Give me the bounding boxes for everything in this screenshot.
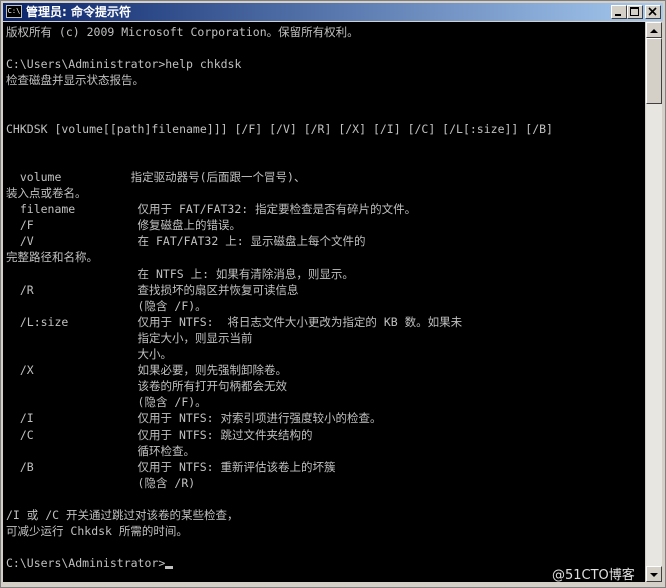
title-bar[interactable]: C:\ 管理员: 命令提示符 bbox=[3, 3, 663, 21]
scroll-up-button[interactable] bbox=[646, 22, 662, 38]
console-line: /F 修复磁盘上的错误。 bbox=[6, 218, 242, 233]
console-line: filename 仅用于 FAT/FAT32: 指定要检查是否有碎片的文件。 bbox=[6, 202, 417, 217]
scrollbar-thumb[interactable] bbox=[646, 38, 662, 104]
close-button[interactable] bbox=[645, 5, 661, 19]
console-output[interactable]: 版权所有 (c) 2009 Microsoft Corporation。保留所有… bbox=[3, 22, 645, 582]
console-line: 检查磁盘并显示状态报告。 bbox=[6, 73, 144, 88]
console-line: /L:size 仅用于 NTFS: 将日志文件大小更改为指定的 KB 数。如果未 bbox=[6, 314, 463, 329]
console-line: (隐含 /R) bbox=[6, 475, 196, 490]
console-line: /B 仅用于 NTFS: 重新评估该卷上的坏簇 bbox=[6, 459, 336, 474]
console-line: /V 在 FAT/FAT32 上: 显示磁盘上每个文件的 bbox=[6, 234, 366, 249]
console-app-icon[interactable]: C:\ bbox=[6, 5, 22, 18]
console-line: /R 查找损坏的扇区并恢复可读信息 bbox=[6, 282, 299, 297]
console-line: /X 如果必要，则先强制卸除卷。 bbox=[6, 363, 288, 378]
console-line: 可减少运行 Chkdsk 所需的时间。 bbox=[6, 524, 188, 539]
console-line: 装入点或卷名。 bbox=[6, 186, 87, 200]
console-line: /I 仅用于 NTFS: 对索引项进行强度较小的检查。 bbox=[6, 411, 382, 426]
console-line: 版权所有 (c) 2009 Microsoft Corporation。保留所有… bbox=[6, 25, 359, 39]
console-line: 大小。 bbox=[6, 347, 173, 361]
text-cursor bbox=[165, 566, 174, 570]
command-prompt-window: C:\ 管理员: 命令提示符 版权所有 (c) 2009 Microsoft C… bbox=[0, 0, 666, 588]
console-line: volume 指定驱动器号(后面跟一个冒号)、 bbox=[6, 169, 306, 184]
console-line: /C 仅用于 NTFS: 跳过文件夹结构的 bbox=[6, 427, 313, 442]
prompt-line: C:\Users\Administrator> bbox=[6, 555, 174, 571]
console-line: 完整路径和名称。 bbox=[6, 250, 98, 265]
minimize-icon bbox=[615, 14, 621, 16]
vertical-scrollbar[interactable] bbox=[646, 22, 662, 582]
window-title: 管理员: 命令提示符 bbox=[26, 5, 131, 19]
console-line: C:\Users\Administrator>help chkdsk bbox=[6, 57, 242, 72]
close-icon bbox=[648, 7, 657, 16]
maximize-icon bbox=[630, 7, 639, 16]
console-line: 循环检查。 bbox=[6, 443, 196, 458]
console-line: 该卷的所有打开句柄都会无效 bbox=[6, 379, 288, 394]
console-line: (隐含 /F)。 bbox=[6, 298, 207, 313]
maximize-button[interactable] bbox=[627, 5, 643, 19]
arrow-down-icon bbox=[650, 573, 658, 577]
console-line: (隐含 /F)。 bbox=[6, 395, 207, 410]
minimize-button[interactable] bbox=[611, 5, 627, 19]
console-line: /I 或 /C 开关通过跳过对该卷的某些检查， bbox=[6, 508, 239, 522]
watermark-text: @51CTO博客 bbox=[552, 568, 635, 583]
console-line: CHKDSK [volume[[path]filename]]] [/F] [/… bbox=[6, 121, 553, 136]
arrow-up-icon bbox=[650, 29, 658, 33]
console-line: 在 NTFS 上: 如果有清除消息，则显示。 bbox=[6, 266, 354, 281]
scroll-down-button[interactable] bbox=[646, 566, 662, 582]
console-line: 指定大小，则显示当前 bbox=[6, 330, 253, 345]
